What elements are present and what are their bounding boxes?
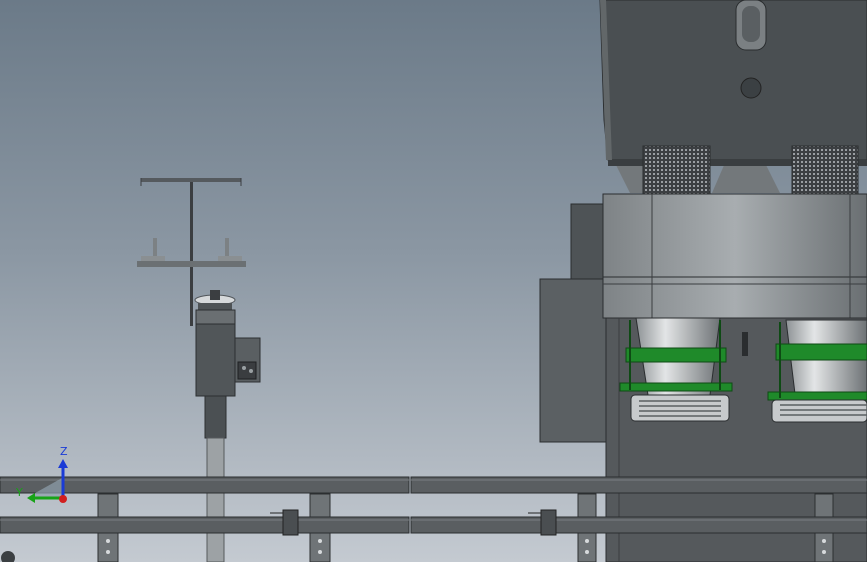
cad-model-scene[interactable]: Z Y <box>0 0 867 562</box>
x-axis-marker <box>59 495 67 503</box>
cad-viewport[interactable]: Z Y <box>0 0 867 562</box>
triad-z-label: Z <box>60 445 68 458</box>
orientation-triad: Z Y <box>15 445 68 503</box>
sensor-mast <box>137 178 261 562</box>
triad-y-label: Y <box>15 486 23 499</box>
